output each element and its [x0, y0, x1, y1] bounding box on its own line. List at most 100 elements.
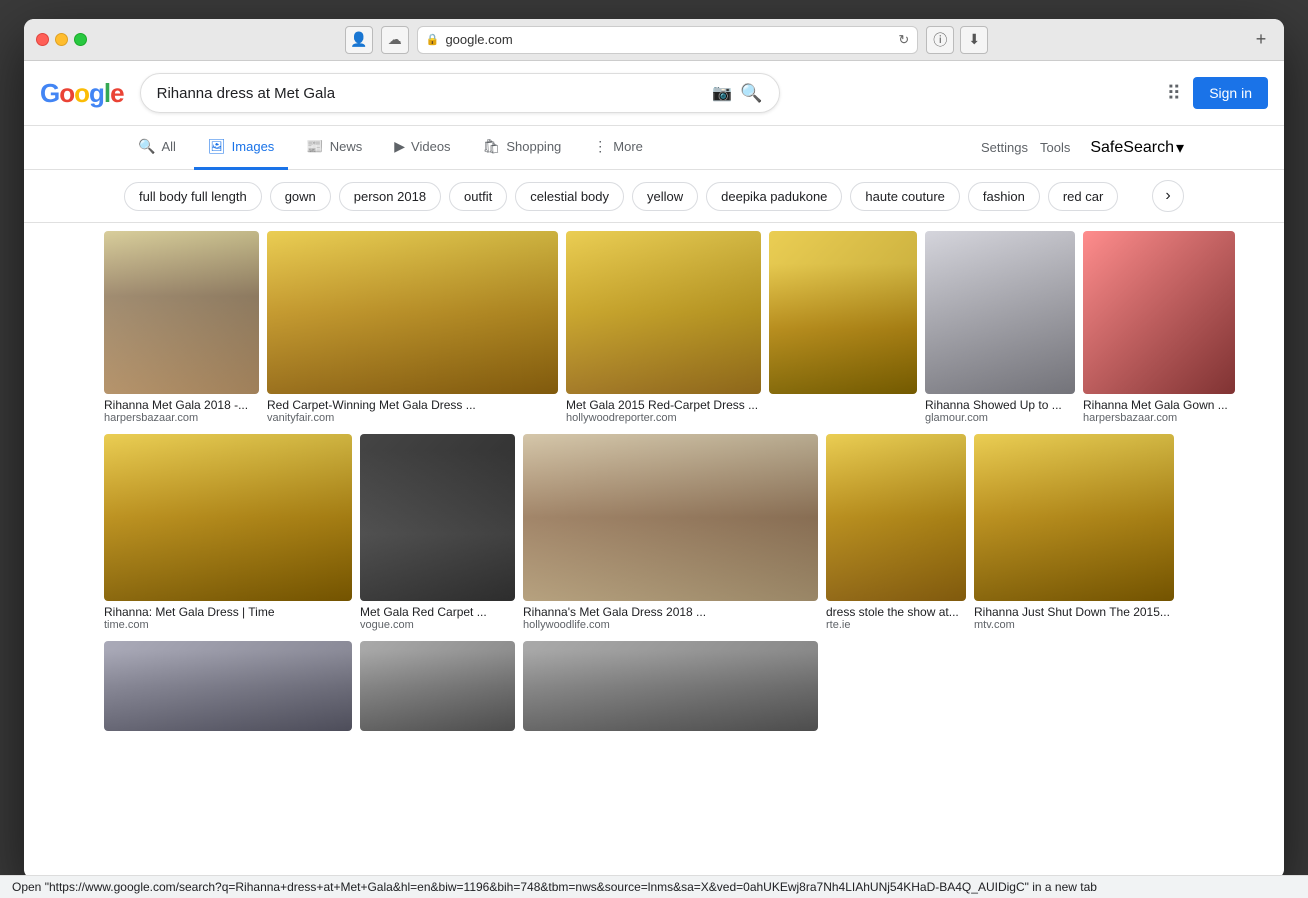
chip-outfit[interactable]: outfit [449, 182, 507, 211]
tb-cloud-btn[interactable]: ☁ [381, 26, 409, 54]
image-source-5: glamour.com [925, 412, 1075, 424]
search-box[interactable]: 📷 🔍 [140, 73, 780, 113]
image-caption-10: dress stole the show at... rte.ie [826, 601, 966, 633]
image-item-6[interactable]: Rihanna Met Gala Gown ... harpersbazaar.… [1083, 231, 1235, 426]
chip-red-car[interactable]: red car [1048, 182, 1118, 211]
chip-fashion[interactable]: fashion [968, 182, 1040, 211]
nav-right-actions: Settings Tools [981, 140, 1070, 155]
address-bar[interactable]: 🔒 google.com ↻ [417, 26, 919, 54]
chip-haute-couture[interactable]: haute couture [850, 182, 960, 211]
image-title-5: Rihanna Showed Up to ... [925, 398, 1075, 412]
image-caption-1: Rihanna Met Gala 2018 -... harpersbazaar… [104, 394, 259, 426]
tab-more-label: More [613, 139, 643, 154]
image-item-12[interactable] [104, 641, 352, 731]
image-item-11[interactable]: Rihanna Just Shut Down The 2015... mtv.c… [974, 434, 1174, 633]
chip-person-2018[interactable]: person 2018 [339, 182, 441, 211]
search-icon[interactable]: 🔍 [740, 83, 762, 104]
image-source-2: vanityfair.com [267, 412, 558, 424]
image-item-2[interactable]: Red Carpet-Winning Met Gala Dress ... va… [267, 231, 558, 426]
image-caption-6: Rihanna Met Gala Gown ... harpersbazaar.… [1083, 394, 1235, 426]
toolbar-right-buttons: ⓘ ⬇ [926, 26, 988, 54]
chip-full-body[interactable]: full body full length [124, 182, 262, 211]
image-caption-9: Rihanna's Met Gala Dress 2018 ... hollyw… [523, 601, 818, 633]
image-item-3[interactable]: Met Gala 2015 Red-Carpet Dress ... holly… [566, 231, 761, 426]
chip-yellow[interactable]: yellow [632, 182, 698, 211]
maximize-button[interactable] [74, 33, 87, 46]
image-source-8: vogue.com [360, 619, 515, 631]
image-source-6: harpersbazaar.com [1083, 412, 1235, 424]
image-source-7: time.com [104, 619, 352, 631]
logo-e: e [110, 78, 123, 108]
image-item-14[interactable] [523, 641, 818, 731]
images-icon: 🖼 [208, 138, 226, 155]
safe-search-button[interactable]: SafeSearch ▾ [1090, 138, 1184, 158]
address-text: google.com [445, 32, 892, 47]
image-item-9[interactable]: Rihanna's Met Gala Dress 2018 ... hollyw… [523, 434, 818, 633]
tab-images[interactable]: 🖼 Images [194, 126, 288, 170]
tab-news[interactable]: 📰 News [292, 126, 376, 170]
cloud-icon: ☁ [388, 31, 402, 48]
camera-search-icon[interactable]: 📷 [712, 83, 732, 103]
tb-icon-left[interactable]: 👤 [345, 26, 373, 54]
close-button[interactable] [36, 33, 49, 46]
sign-in-button[interactable]: Sign in [1193, 77, 1268, 109]
nav-tabs: 🔍 All 🖼 Images 📰 News ▶ Videos 🛍 Shoppin… [24, 126, 1284, 170]
tab-videos[interactable]: ▶ Videos [380, 126, 464, 170]
image-item-5[interactable]: Rihanna Showed Up to ... glamour.com [925, 231, 1075, 426]
chip-gown[interactable]: gown [270, 182, 331, 211]
videos-icon: ▶ [394, 138, 405, 155]
more-icon: ⋮ [593, 138, 607, 155]
chips-next-arrow[interactable]: › [1152, 180, 1184, 212]
chip-deepika[interactable]: deepika padukone [706, 182, 842, 211]
image-item-10[interactable]: dress stole the show at... rte.ie [826, 434, 966, 633]
image-item-4[interactable] [769, 231, 917, 394]
image-item-1[interactable]: Rihanna Met Gala 2018 -... harpersbazaar… [104, 231, 259, 426]
image-grid: Rihanna Met Gala 2018 -... harpersbazaar… [24, 223, 1284, 755]
tab-all-label: All [161, 139, 175, 154]
status-bar: Open "https://www.google.com/search?q=Ri… [24, 875, 1284, 879]
image-title-3: Met Gala 2015 Red-Carpet Dress ... [566, 398, 761, 412]
logo-g: G [40, 78, 59, 108]
download-button[interactable]: ⬇ [960, 26, 988, 54]
browser-window: 👤 ☁ 🔒 google.com ↻ ⓘ ⬇ + Google [24, 19, 1284, 879]
image-item-8[interactable]: Met Gala Red Carpet ... vogue.com [360, 434, 515, 633]
image-caption-11: Rihanna Just Shut Down The 2015... mtv.c… [974, 601, 1174, 633]
tab-videos-label: Videos [411, 139, 451, 154]
tab-images-label: Images [232, 139, 275, 154]
image-item-7[interactable]: Rihanna: Met Gala Dress | Time time.com [104, 434, 352, 633]
minimize-button[interactable] [55, 33, 68, 46]
search-input[interactable] [157, 85, 705, 102]
google-header: Google 📷 🔍 ⠿ Sign in [24, 61, 1284, 126]
safe-search-label: SafeSearch [1090, 139, 1174, 157]
image-row-1: Rihanna Met Gala 2018 -... harpersbazaar… [104, 231, 1204, 426]
tab-all[interactable]: 🔍 All [124, 126, 190, 170]
logo-o1: o [59, 78, 74, 108]
image-title-7: Rihanna: Met Gala Dress | Time [104, 605, 352, 619]
apps-icon[interactable]: ⠿ [1167, 81, 1182, 106]
image-item-13[interactable] [360, 641, 515, 731]
image-title-10: dress stole the show at... [826, 605, 966, 619]
info-button[interactable]: ⓘ [926, 26, 954, 54]
download-icon: ⬇ [968, 31, 980, 48]
tools-link[interactable]: Tools [1040, 140, 1070, 155]
ghost-icon: 👤 [350, 31, 367, 48]
title-bar: 👤 ☁ 🔒 google.com ↻ ⓘ ⬇ + [24, 19, 1284, 61]
tab-news-label: News [330, 139, 363, 154]
image-caption-8: Met Gala Red Carpet ... vogue.com [360, 601, 515, 633]
logo-g2: g [89, 78, 104, 108]
settings-link[interactable]: Settings [981, 140, 1028, 155]
image-caption-7: Rihanna: Met Gala Dress | Time time.com [104, 601, 352, 633]
image-caption-5: Rihanna Showed Up to ... glamour.com [925, 394, 1075, 426]
image-row-3 [104, 641, 1204, 731]
chip-celestial-body[interactable]: celestial body [515, 182, 624, 211]
tab-shopping[interactable]: 🛍 Shopping [469, 126, 576, 170]
traffic-lights [36, 33, 87, 46]
new-tab-button[interactable]: + [1250, 29, 1272, 51]
image-title-9: Rihanna's Met Gala Dress 2018 ... [523, 605, 818, 619]
image-source-1: harpersbazaar.com [104, 412, 259, 424]
tab-more[interactable]: ⋮ More [579, 126, 657, 170]
image-caption-2: Red Carpet-Winning Met Gala Dress ... va… [267, 394, 558, 426]
google-logo[interactable]: Google [40, 78, 124, 109]
reload-button[interactable]: ↻ [898, 32, 909, 48]
tab-shopping-label: Shopping [506, 139, 561, 154]
